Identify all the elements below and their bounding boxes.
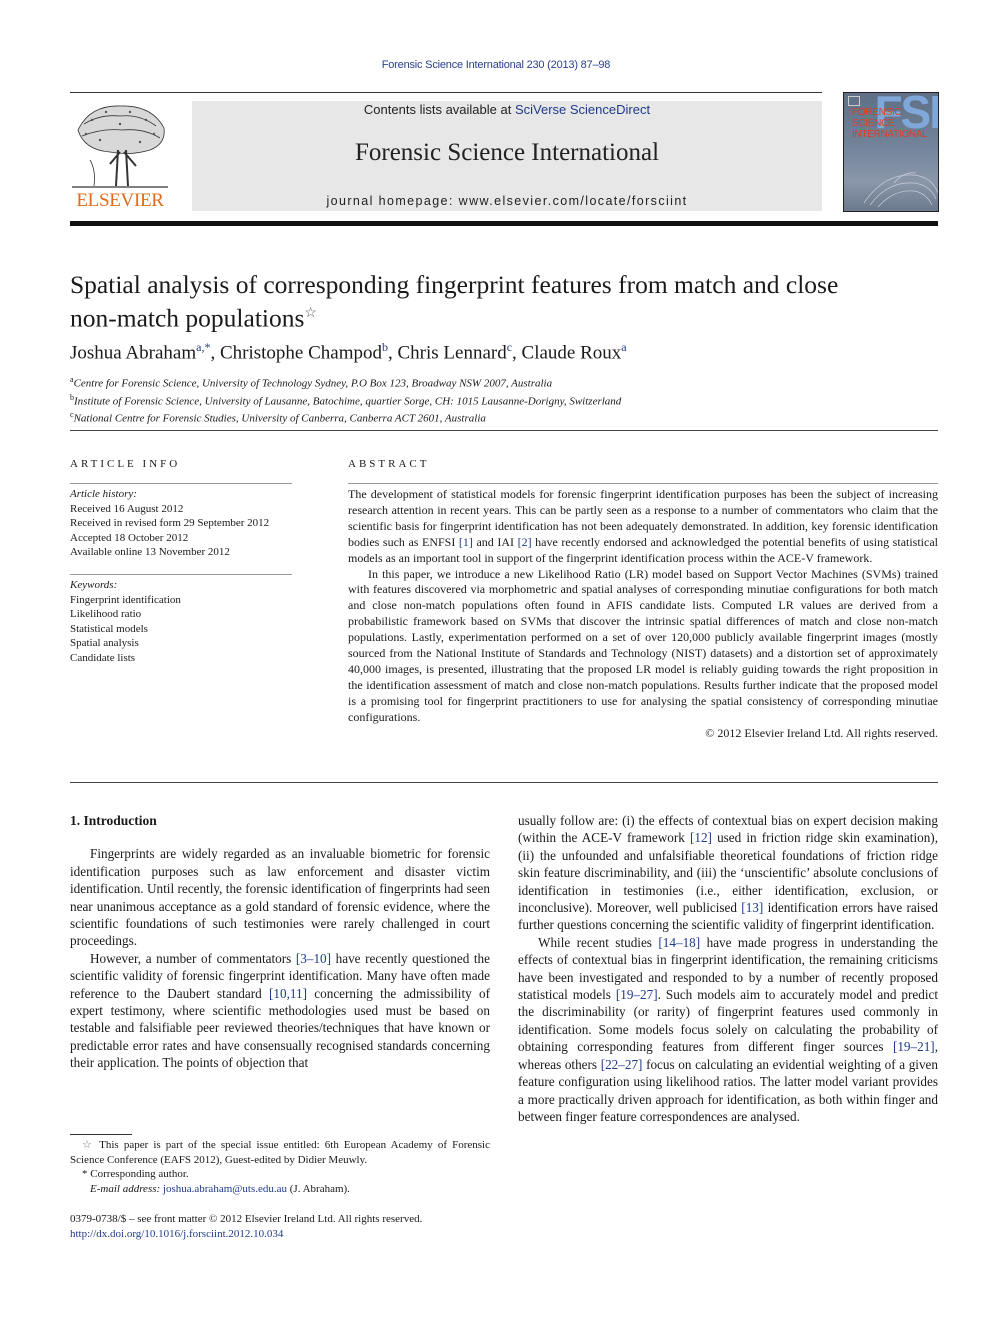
text: While recent studies bbox=[538, 934, 659, 950]
title-footnote-star-link[interactable]: ☆ bbox=[304, 306, 317, 321]
journal-banner: Contents lists available at SciVerse Sci… bbox=[192, 101, 822, 211]
abstract-copyright: © 2012 Elsevier Ireland Ltd. All rights … bbox=[705, 725, 938, 740]
email-label: E-mail address: bbox=[90, 1182, 163, 1195]
abstract-heading: ABSTRACT bbox=[348, 458, 430, 470]
contents-line: Contents lists available at SciVerse Sci… bbox=[192, 102, 822, 117]
keywords-label: Keywords: bbox=[70, 579, 118, 591]
author-affiliation-link[interactable]: a bbox=[621, 340, 626, 354]
body-paragraph: Fingerprints are widely regarded as an i… bbox=[70, 846, 490, 949]
footnote-email: E-mail address: joshua.abraham@uts.edu.a… bbox=[70, 1182, 490, 1197]
history-label: Article history: bbox=[70, 488, 137, 500]
citation-link[interactable]: [14–18] bbox=[658, 935, 700, 950]
affiliation-text: Institute of Forensic Science, Universit… bbox=[74, 395, 622, 408]
keyword: Statistical models bbox=[70, 622, 148, 635]
footnote-rule bbox=[70, 1134, 132, 1135]
footnote: * Corresponding author. bbox=[70, 1167, 490, 1182]
affiliation: bInstitute of Forensic Science, Universi… bbox=[70, 391, 621, 409]
history-item: Received in revised form 29 September 20… bbox=[70, 517, 270, 529]
affiliation: cNational Centre for Forensic Studies, U… bbox=[70, 408, 621, 426]
body-column-right: usually follow are: (i) the effects of c… bbox=[518, 812, 938, 1125]
history-item: Received 16 August 2012 bbox=[70, 502, 184, 515]
citation-link[interactable]: [13] bbox=[741, 900, 763, 915]
doi-link[interactable]: http://dx.doi.org/10.1016/j.forsciint.20… bbox=[70, 1227, 510, 1242]
author-list: Joshua Abrahama,*, Christophe Champodb, … bbox=[70, 340, 627, 364]
author-name: Christophe Champod bbox=[219, 342, 382, 364]
author-name: Joshua Abraham bbox=[70, 342, 197, 364]
author-affiliation-link[interactable]: c bbox=[507, 340, 512, 354]
footnotes: ☆ This paper is part of the special issu… bbox=[70, 1138, 490, 1196]
divider bbox=[348, 483, 938, 484]
citation-link[interactable]: [3–10] bbox=[296, 951, 331, 966]
keyword: Likelihood ratio bbox=[70, 608, 142, 620]
keyword: Spatial analysis bbox=[70, 637, 139, 649]
elsevier-wordmark: ELSEVIER bbox=[76, 190, 164, 211]
article-info-heading: ARTICLE INFO bbox=[70, 458, 181, 470]
journal-homepage-link[interactable]: journal homepage: www.elsevier.com/locat… bbox=[192, 194, 822, 208]
elsevier-logo[interactable]: ELSEVIER bbox=[70, 100, 170, 212]
abstract-paragraph: The development of statistical models fo… bbox=[348, 487, 938, 567]
keyword: Candidate lists bbox=[70, 651, 136, 664]
journal-citation[interactable]: Forensic Science International 230 (2013… bbox=[0, 59, 992, 71]
affiliation-text: Centre for Forensic Science, University … bbox=[73, 377, 553, 390]
abstract-body: The development of statistical models fo… bbox=[348, 487, 938, 742]
journal-title: Forensic Science International bbox=[354, 139, 660, 166]
divider bbox=[70, 483, 292, 484]
citation-link[interactable]: [19–21] bbox=[893, 1039, 935, 1054]
citation-link[interactable]: [19–27] bbox=[616, 987, 658, 1002]
text: (J. Abraham). bbox=[287, 1182, 350, 1195]
contents-prefix: Contents lists available at bbox=[363, 102, 515, 117]
body-paragraph: While recent studies [14–18] have made p… bbox=[518, 934, 938, 1125]
keyword: Fingerprint identification bbox=[70, 593, 181, 606]
body-paragraph: usually follow are: (i) the effects of c… bbox=[518, 812, 938, 934]
header-rule bbox=[70, 92, 822, 93]
sciencedirect-link[interactable]: SciVerse ScienceDirect bbox=[515, 102, 650, 117]
header-thick-rule bbox=[70, 221, 938, 226]
author-name: Chris Lennard bbox=[397, 342, 507, 364]
text: However, a number of commentators bbox=[90, 950, 296, 966]
journal-cover-image[interactable]: FSI FORENSIC SCIENCE INTERNATIONAL bbox=[843, 92, 939, 212]
citation-link[interactable]: [1] bbox=[459, 535, 473, 549]
issn-doi-block: 0379-0738/$ – see front matter © 2012 El… bbox=[70, 1212, 510, 1241]
email-link[interactable]: joshua.abraham@uts.edu.au bbox=[163, 1183, 287, 1195]
article-history: Article history: Received 16 August 2012… bbox=[70, 487, 269, 560]
issn-line: 0379-0738/$ – see front matter © 2012 El… bbox=[70, 1213, 423, 1225]
divider bbox=[70, 430, 938, 431]
citation-link[interactable]: [22–27] bbox=[601, 1057, 643, 1072]
abstract-paragraph: In this paper, we introduce a new Likeli… bbox=[348, 566, 938, 724]
history-item: Accepted 18 October 2012 bbox=[70, 531, 189, 544]
divider bbox=[70, 574, 292, 575]
article-title: Spatial analysis of corresponding finger… bbox=[70, 270, 890, 333]
affiliation: aCentre for Forensic Science, University… bbox=[70, 373, 621, 391]
keywords: Keywords: Fingerprint identification Lik… bbox=[70, 578, 181, 665]
author-affiliation-link[interactable]: b bbox=[382, 340, 388, 354]
citation-link[interactable]: [2] bbox=[518, 535, 532, 549]
footnote-star-mark: ☆ bbox=[82, 1139, 95, 1151]
author-affiliation-link[interactable]: a,* bbox=[196, 340, 210, 354]
footnote-text: Corresponding author. bbox=[87, 1168, 189, 1180]
affiliations: aCentre for Forensic Science, University… bbox=[70, 373, 621, 426]
author-name: Claude Roux bbox=[521, 342, 622, 364]
section-heading: 1. Introduction bbox=[70, 813, 157, 828]
tree-icon bbox=[72, 105, 168, 188]
body-column-left: 1. Introduction Fingerprints are widely … bbox=[70, 812, 490, 1072]
history-item: Available online 13 November 2012 bbox=[70, 546, 230, 558]
body-paragraph: However, a number of commentators [3–10]… bbox=[70, 950, 490, 1072]
divider bbox=[70, 782, 938, 783]
affiliation-text: National Centre for Forensic Studies, Un… bbox=[73, 412, 486, 425]
article-title-text: Spatial analysis of corresponding finger… bbox=[70, 270, 839, 333]
footnote-text: This paper is part of the special issue … bbox=[70, 1139, 490, 1166]
footnote: ☆ This paper is part of the special issu… bbox=[70, 1138, 490, 1167]
citation-link[interactable]: [10,11] bbox=[269, 986, 307, 1001]
cover-fingerprint-illustration-icon bbox=[863, 172, 938, 208]
text: and IAI bbox=[472, 534, 518, 549]
citation-link[interactable]: [12] bbox=[690, 830, 712, 845]
